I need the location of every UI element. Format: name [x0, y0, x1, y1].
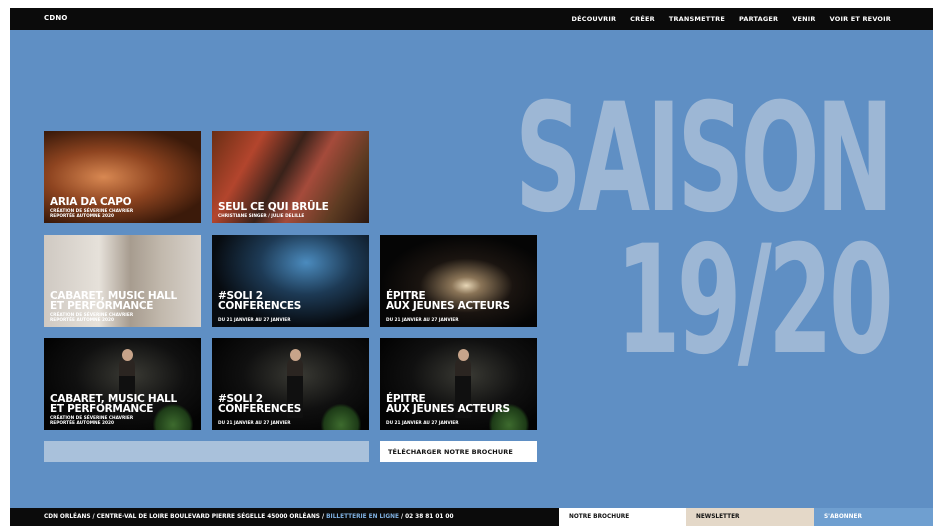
show-title: #SOLI 2 CONFERENCES: [218, 290, 301, 312]
show-subtitle: CRÉATION DE SÉVERINE CHAVRIER REPORTÉE A…: [50, 416, 134, 426]
season-heading-line2: 19/20: [615, 214, 894, 388]
top-navigation-bar: CDNO DÉCOUVRIR CRÉER TRANSMETTRE PARTAGE…: [10, 8, 933, 30]
address-text: CDN ORLÉANS / CENTRE-VAL DE LOIRE BOULEV…: [44, 514, 327, 520]
footer-address: CDN ORLÉANS / CENTRE-VAL DE LOIRE BOULEV…: [44, 514, 453, 520]
nav-item-partager[interactable]: PARTAGER: [739, 15, 778, 23]
show-title: ÉPITRE AUX JEUNES ACTEURS: [386, 290, 510, 312]
page-frame: CDNO DÉCOUVRIR CRÉER TRANSMETTRE PARTAGE…: [10, 8, 933, 526]
show-subtitle: CHRISTIANE SINGER / JULIE DELILLE: [218, 214, 305, 219]
show-image: [212, 235, 369, 327]
footer-bar: CDN ORLÉANS / CENTRE-VAL DE LOIRE BOULEV…: [10, 508, 933, 526]
nav-item-venir[interactable]: VENIR: [792, 15, 815, 23]
phone-number: / 02 38 81 01 00: [398, 514, 454, 520]
show-subtitle: DU 21 JANVIER AU 27 JANVIER: [218, 421, 291, 426]
season-heading: SAISON 19/20: [514, 72, 894, 388]
show-tile-epitre[interactable]: ÉPITRE AUX JEUNES ACTEURS DU 21 JANVIER …: [380, 235, 537, 327]
main-nav: DÉCOUVRIR CRÉER TRANSMETTRE PARTAGER VEN…: [571, 8, 891, 30]
season-heading-line1: SAISON: [514, 72, 894, 246]
show-title: ÉPITRE AUX JEUNES ACTEURS: [386, 393, 510, 415]
empty-panel: [44, 441, 369, 462]
show-title: CABARET, MUSIC HALL ET PERFORMANCE: [50, 393, 177, 415]
footer-brochure-button[interactable]: NOTRE BROCHURE: [559, 508, 686, 526]
show-tile-seul-ce-qui-brule[interactable]: SEUL CE QUI BRÛLE CHRISTIANE SINGER / JU…: [212, 131, 369, 223]
show-title: #SOLI 2 CONFERENCES: [218, 393, 301, 415]
show-image: [380, 235, 537, 327]
show-subtitle: DU 21 JANVIER AU 27 JANVIER: [218, 318, 291, 323]
show-subtitle: DU 21 JANVIER AU 27 JANVIER: [386, 421, 459, 426]
download-brochure-button[interactable]: TÉLÉCHARGER NOTRE BROCHURE: [380, 441, 537, 462]
show-subtitle: CRÉATION DE SÉVERINE CHAVRIER REPORTÉE A…: [50, 313, 134, 323]
ticketing-link[interactable]: BILLETTERIE EN LIGNE: [326, 514, 399, 520]
show-title: CABARET, MUSIC HALL ET PERFORMANCE: [50, 290, 177, 312]
show-title: ARIA DA CAPO: [50, 196, 132, 208]
footer-subscribe-button[interactable]: S'ABONNER: [814, 508, 933, 526]
show-tile-soli-2[interactable]: #SOLI 2 CONFERENCES DU 21 JANVIER AU 27 …: [212, 338, 369, 430]
nav-item-transmettre[interactable]: TRANSMETTRE: [669, 15, 725, 23]
site-logo[interactable]: CDNO: [44, 14, 68, 22]
nav-item-creer[interactable]: CRÉER: [630, 15, 655, 23]
show-title: SEUL CE QUI BRÛLE: [218, 201, 329, 213]
show-subtitle: CRÉATION DE SÉVERINE CHAVRIER REPORTÉE A…: [50, 209, 134, 219]
show-tile-cabaret[interactable]: CABARET, MUSIC HALL ET PERFORMANCE CRÉAT…: [44, 338, 201, 430]
show-tile-cabaret[interactable]: CABARET, MUSIC HALL ET PERFORMANCE CRÉAT…: [44, 235, 201, 327]
show-tile-aria-da-capo[interactable]: ARIA DA CAPO CRÉATION DE SÉVERINE CHAVRI…: [44, 131, 201, 223]
nav-item-voir-et-revoir[interactable]: VOIR ET REVOIR: [830, 15, 891, 23]
footer-newsletter-button[interactable]: NEWSLETTER: [686, 508, 814, 526]
show-tile-epitre[interactable]: ÉPITRE AUX JEUNES ACTEURS DU 21 JANVIER …: [380, 338, 537, 430]
show-subtitle: DU 21 JANVIER AU 27 JANVIER: [386, 318, 459, 323]
show-tile-soli-2[interactable]: #SOLI 2 CONFERENCES DU 21 JANVIER AU 27 …: [212, 235, 369, 327]
nav-item-decouvrir[interactable]: DÉCOUVRIR: [571, 15, 616, 23]
